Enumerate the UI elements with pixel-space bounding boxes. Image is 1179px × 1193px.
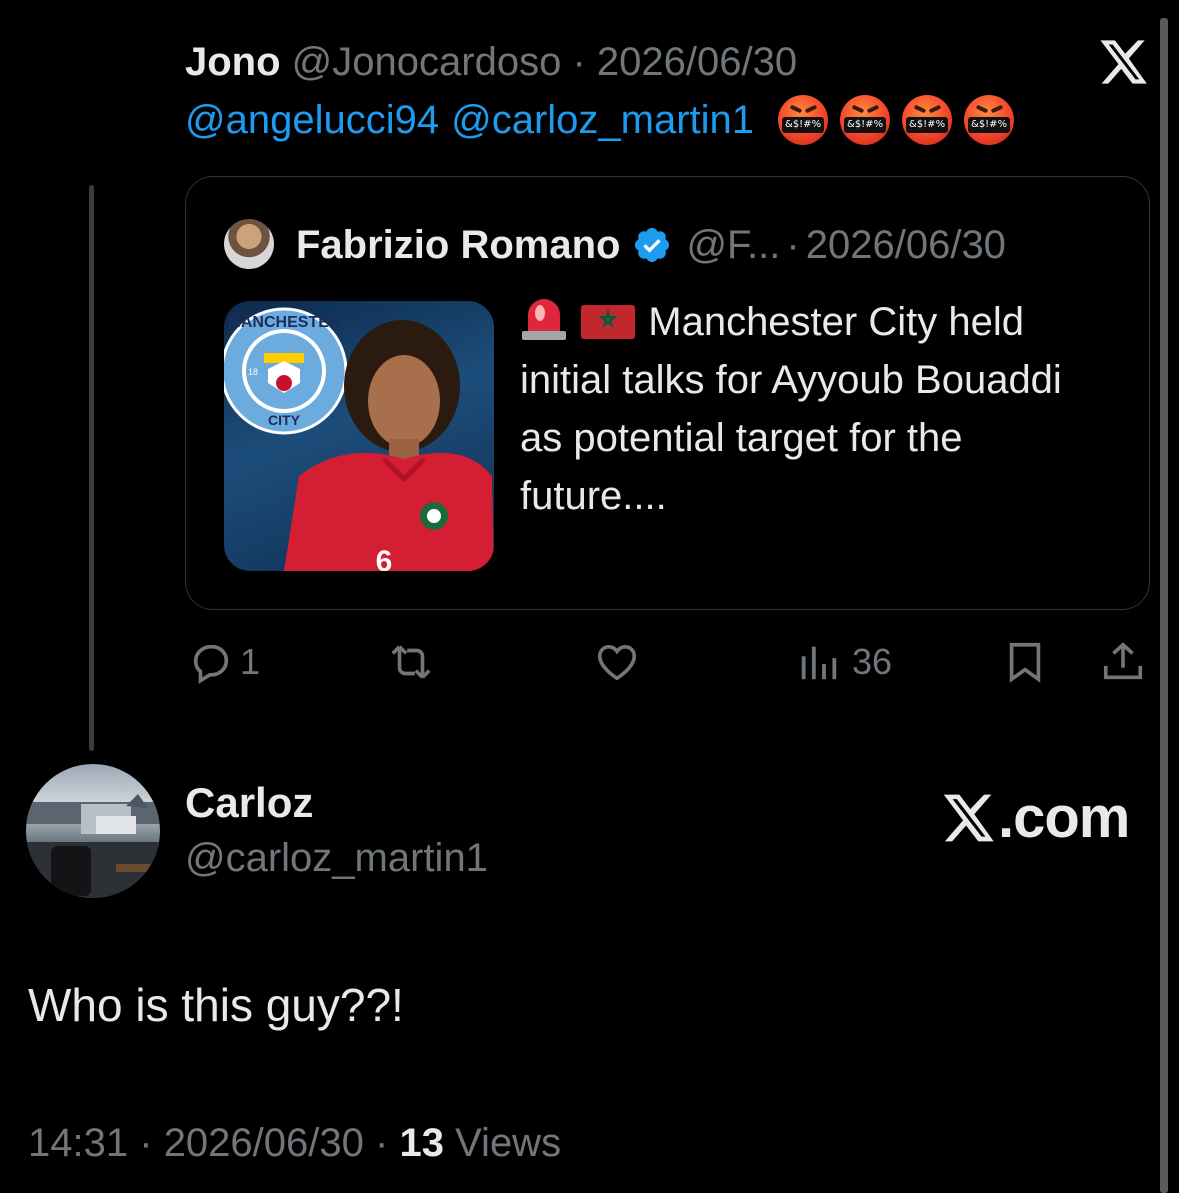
- mention-link[interactable]: @carloz_martin1: [451, 95, 754, 145]
- avatar-photo: [26, 794, 160, 898]
- reply-count: 1: [240, 641, 261, 682]
- player-photo-illustration: MANCHESTER CITY 18 6: [224, 307, 494, 571]
- parent-tweet-date[interactable]: 2026/06/30: [597, 40, 797, 84]
- repost-button[interactable]: [388, 638, 434, 686]
- reply-button[interactable]: 1: [188, 638, 260, 686]
- like-button[interactable]: [594, 638, 640, 686]
- face-with-symbols-on-mouth-icon: &$!#%: [778, 95, 829, 145]
- quoted-author-handle[interactable]: @F...: [686, 219, 780, 271]
- quoted-tweet-text: Manchester City held initial talks for A…: [520, 293, 1110, 525]
- separator-dot: ·: [572, 40, 586, 84]
- tweet-date[interactable]: 2026/06/30: [164, 1121, 364, 1165]
- heart-icon: [597, 645, 637, 681]
- quoted-tweet-image[interactable]: MANCHESTER CITY 18 6: [224, 301, 494, 571]
- face-with-symbols-on-mouth-icon: &$!#%: [902, 95, 953, 145]
- views-chart-icon: [801, 646, 837, 680]
- tweet-time[interactable]: 14:31: [28, 1121, 128, 1165]
- views-count[interactable]: 13: [399, 1121, 444, 1165]
- bookmark-button[interactable]: [1002, 638, 1048, 686]
- reply-author-avatar[interactable]: [26, 764, 160, 898]
- face-with-symbols-on-mouth-icon: &$!#%: [840, 95, 891, 145]
- reply-tweet-text: Who is this guy??!: [28, 979, 404, 1031]
- share-button[interactable]: [1100, 638, 1146, 686]
- parent-author-handle[interactable]: @Jonocardoso: [292, 40, 562, 84]
- reply-tweet-meta: 14:31 · 2026/06/30 · 13 Views: [28, 1118, 561, 1168]
- share-icon: [1103, 642, 1143, 680]
- thread-connector-line: [89, 185, 94, 751]
- svg-text:MANCHESTER: MANCHESTER: [228, 314, 341, 331]
- police-light-icon: [522, 299, 566, 340]
- parent-tweet-body: @angelucci94 @carloz_martin1 &$!#% &$!#%…: [185, 95, 1015, 145]
- x-com-watermark: .com: [940, 785, 1130, 850]
- bookmark-icon: [1009, 642, 1041, 683]
- views-button[interactable]: 36: [796, 638, 892, 686]
- parent-author-name[interactable]: Jono: [185, 40, 281, 84]
- svg-text:CITY: CITY: [268, 412, 301, 428]
- svg-text:18: 18: [248, 367, 258, 377]
- svg-text:6: 6: [376, 545, 393, 571]
- separator-dot: ·: [786, 223, 800, 267]
- quoted-tweet-card[interactable]: Fabrizio Romano @F... · 2026/06/30 MANCH…: [185, 176, 1150, 610]
- mention-link[interactable]: @angelucci94: [185, 95, 439, 145]
- morocco-flag-icon: [581, 305, 636, 339]
- scrollbar[interactable]: [1160, 18, 1168, 1193]
- quoted-author-avatar[interactable]: [224, 219, 274, 269]
- comment-icon: [193, 644, 229, 684]
- parent-tweet-header: Jono @Jonocardoso · 2026/06/30: [185, 38, 797, 86]
- views-count: 36: [852, 641, 893, 682]
- quoted-tweet-header: Fabrizio Romano @F... · 2026/06/30: [296, 219, 1006, 271]
- reply-author-handle[interactable]: @carloz_martin1: [185, 833, 488, 883]
- separator-dot: ·: [375, 1121, 389, 1165]
- views-label[interactable]: Views: [455, 1121, 561, 1165]
- repost-icon: [391, 645, 431, 679]
- x-logo-icon: [1100, 40, 1147, 84]
- face-with-symbols-on-mouth-icon: &$!#%: [964, 95, 1015, 145]
- watermark-text: .com: [998, 785, 1130, 850]
- quoted-author-name[interactable]: Fabrizio Romano: [296, 219, 620, 271]
- reply-author-name[interactable]: Carloz: [185, 778, 313, 828]
- quoted-tweet-date[interactable]: 2026/06/30: [806, 219, 1006, 271]
- verified-badge-icon: [635, 227, 670, 263]
- x-logo-icon: [943, 794, 994, 842]
- separator-dot: ·: [139, 1121, 153, 1165]
